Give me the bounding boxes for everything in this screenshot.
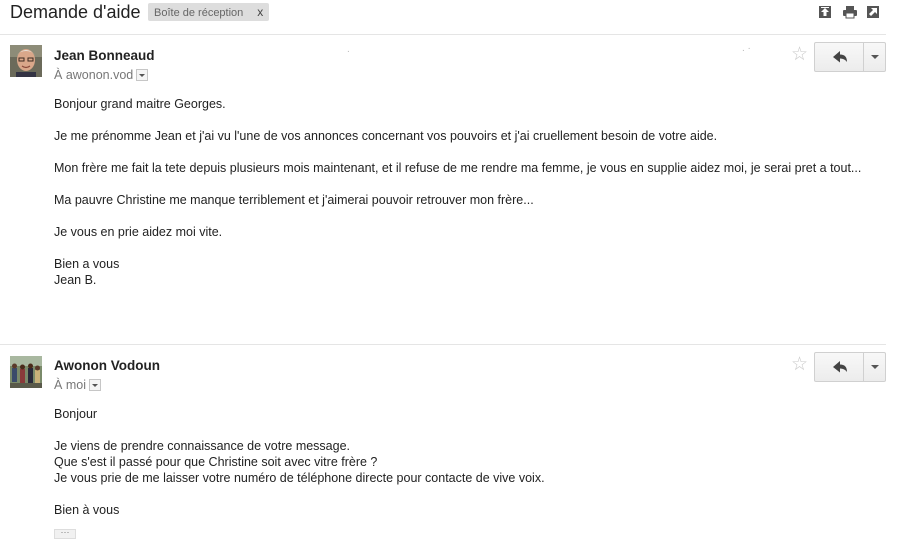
message-body: Bonjour grand maitre Georges. Je me prén… bbox=[54, 96, 874, 288]
reply-button[interactable] bbox=[815, 353, 863, 381]
faint-dots: . · bbox=[742, 43, 751, 54]
sender-name[interactable]: Awonon Vodoun bbox=[54, 358, 160, 373]
expand-icon[interactable] bbox=[866, 5, 880, 19]
body-paragraph: Je vous prie de me laisser votre numéro … bbox=[54, 471, 545, 485]
recipient-prefix: À bbox=[54, 68, 63, 82]
show-trimmed-content-button[interactable]: ··· bbox=[54, 528, 76, 539]
reply-button-group bbox=[814, 42, 886, 72]
right-gutter bbox=[886, 0, 903, 547]
body-paragraph: Bonjour grand maitre Georges. bbox=[54, 97, 226, 111]
body-paragraph: Mon frère me fait la tete depuis plusieu… bbox=[54, 161, 862, 175]
reply-button-group bbox=[814, 352, 886, 382]
body-paragraph: Jean B. bbox=[54, 273, 97, 287]
more-options-button[interactable] bbox=[863, 353, 886, 381]
avatar[interactable] bbox=[10, 45, 42, 77]
remove-label-button[interactable]: x bbox=[257, 5, 263, 19]
message-divider bbox=[0, 344, 886, 345]
recipient-line: À awonon.vod bbox=[54, 68, 149, 82]
thread-subject: Demande d'aide bbox=[10, 2, 141, 22]
open-new-window-icon[interactable] bbox=[818, 5, 832, 19]
more-options-button[interactable] bbox=[863, 43, 886, 71]
recipient-address: moi bbox=[65, 378, 86, 392]
body-paragraph: Ma pauvre Christine me manque terribleme… bbox=[54, 193, 534, 207]
avatar[interactable] bbox=[10, 356, 42, 388]
body-paragraph: Je me prénomme Jean et j'ai vu l'une de … bbox=[54, 129, 718, 143]
body-paragraph: Que s'est il passé pour que Christine so… bbox=[54, 455, 378, 469]
label-chip-text: Boîte de réception bbox=[154, 7, 244, 19]
sender-name[interactable]: Jean Bonneaud bbox=[54, 48, 155, 63]
recipient-line: À moi bbox=[54, 378, 101, 392]
recipient-address: awonon.vod bbox=[65, 68, 134, 82]
show-details-dropdown[interactable] bbox=[88, 378, 101, 391]
body-paragraph: Bien à vous bbox=[54, 503, 120, 517]
body-paragraph: Je vous en prie aidez moi vite. bbox=[54, 225, 223, 239]
reply-arrow-icon bbox=[833, 361, 847, 373]
show-details-dropdown[interactable] bbox=[136, 68, 149, 81]
print-icon[interactable] bbox=[843, 5, 857, 19]
star-icon[interactable]: ☆ bbox=[791, 353, 808, 376]
reply-arrow-icon bbox=[833, 51, 847, 63]
label-chip-inbox[interactable]: Boîte de réception x bbox=[148, 3, 270, 21]
body-paragraph: Je viens de prendre connaissance de votr… bbox=[54, 439, 351, 453]
body-paragraph: Bien a vous bbox=[54, 257, 120, 271]
message-body: Bonjour Je viens de prendre connaissance… bbox=[54, 406, 874, 518]
recipient-prefix: À bbox=[54, 378, 63, 392]
star-icon[interactable]: ☆ bbox=[791, 43, 808, 66]
body-paragraph: Bonjour bbox=[54, 407, 98, 421]
reply-button[interactable] bbox=[815, 43, 863, 71]
faint-dot: . bbox=[347, 44, 350, 55]
thread-header: Demande d'aide Boîte de réception x bbox=[0, 0, 903, 30]
header-divider bbox=[0, 34, 886, 35]
